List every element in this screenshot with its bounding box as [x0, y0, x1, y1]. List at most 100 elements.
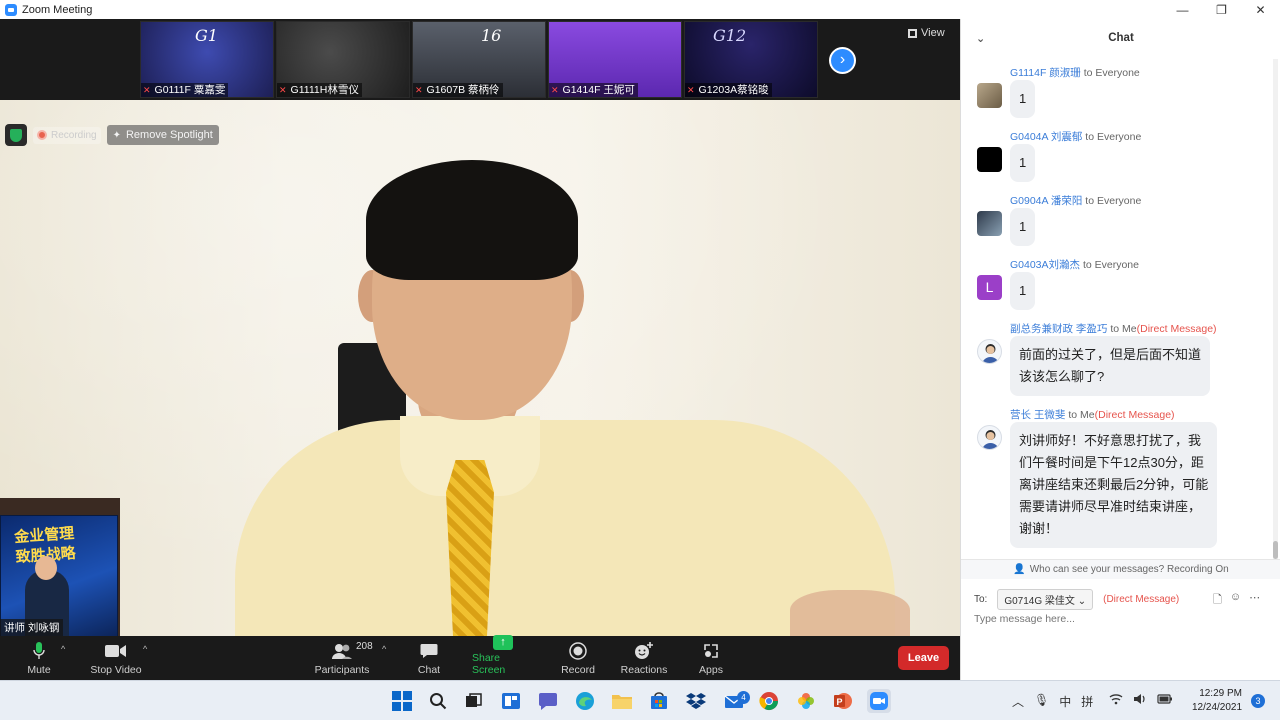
view-label: View — [921, 27, 945, 39]
recipient-label: to Everyone — [1085, 195, 1142, 207]
apps-label: Apps — [699, 664, 723, 676]
more-options-icon[interactable]: ⋯ — [1249, 591, 1260, 610]
recipient-label: to Me — [1110, 323, 1137, 335]
ime-mode-indicator[interactable]: 中 — [1059, 693, 1071, 710]
recipient-dropdown[interactable]: G0714G 梁佳文 ⌄ — [997, 589, 1094, 610]
leave-button[interactable]: Leave — [898, 646, 949, 670]
person-icon: 👤 — [1013, 564, 1026, 575]
next-page-arrow-icon[interactable]: › — [829, 47, 856, 74]
chat-button[interactable]: Chat — [413, 636, 445, 680]
sender-name[interactable]: G0904A 潘荣阳 — [1010, 195, 1082, 207]
chat-label: Chat — [417, 664, 441, 676]
sender-name[interactable]: G0404A 刘震郁 — [1010, 131, 1082, 143]
dropbox-icon[interactable] — [684, 689, 708, 713]
remove-spotlight-button[interactable]: ✦ Remove Spotlight — [106, 125, 219, 145]
apps-button[interactable]: Apps — [696, 636, 726, 680]
chrome-browser-icon[interactable] — [757, 689, 781, 713]
direct-message-label: (Direct Message) — [1136, 323, 1217, 335]
reactions-label: Reactions — [620, 664, 668, 676]
system-tray: ︿ 🎙 中 拼 — [1012, 693, 1173, 710]
participant-name: G0111F 粟嘉雯 — [154, 84, 226, 96]
avatar — [977, 339, 1002, 364]
message-input[interactable] — [974, 613, 1264, 625]
window-controls: — ❐ ✕ — [1163, 0, 1280, 19]
notification-count-badge[interactable]: 3 — [1251, 694, 1265, 708]
participant-thumbnail[interactable]: G12 ✕ G1203A蔡铭晙 — [684, 21, 818, 98]
zoom-logo-icon — [5, 3, 17, 16]
audio-options-chevron-icon[interactable]: ^ — [61, 644, 65, 654]
remove-spotlight-label: Remove Spotlight — [125, 129, 213, 141]
video-badges: Recording ✦ Remove Spotlight — [5, 124, 219, 146]
smiley-plus-icon — [634, 640, 654, 662]
direct-message-label: (Direct Message) — [1094, 409, 1175, 421]
recording-indicator[interactable]: Recording — [33, 126, 101, 144]
recipient-row: To: G0714G 梁佳文 ⌄ (Direct Message) — [974, 589, 1179, 610]
sender-name[interactable]: G1114F 颜淑珊 — [1010, 67, 1081, 79]
file-explorer-icon[interactable] — [610, 689, 634, 713]
participant-thumbnail[interactable]: G1 ✕ G0111F 粟嘉雯 — [140, 21, 274, 98]
start-windows-icon[interactable] — [390, 689, 414, 713]
sender-name[interactable]: G0403A刘瀚杰 — [1010, 259, 1080, 271]
participant-thumbnail[interactable]: ✕ G1414F 王妮可 — [548, 21, 682, 98]
edge-browser-icon[interactable] — [573, 689, 597, 713]
share-screen-button[interactable]: ↑ Share Screen — [472, 635, 534, 680]
message-bubble: 1 — [1010, 80, 1036, 118]
minimize-button[interactable]: — — [1163, 0, 1202, 19]
search-icon[interactable] — [426, 689, 450, 713]
mute-button[interactable]: Mute — [20, 636, 58, 680]
message-bubble: 刘讲师好！不好意思打扰了，我 们午餐时间是下午12点30分，距 离讲座结束还剩最… — [1010, 422, 1218, 548]
photos-icon[interactable] — [794, 689, 818, 713]
powerpoint-icon[interactable]: P — [831, 689, 855, 713]
participants-label: Participants — [314, 664, 370, 676]
view-button[interactable]: View — [908, 27, 945, 39]
volume-icon[interactable] — [1133, 693, 1147, 710]
participant-name: G1607B 蔡柄伶 — [426, 84, 500, 96]
reactions-button[interactable]: Reactions — [620, 636, 668, 680]
record-button[interactable]: Record — [560, 636, 596, 680]
who-can-see-notice[interactable]: 👤 Who can see your messages? Recording O… — [961, 559, 1280, 579]
participant-thumbnail[interactable]: 16 ✕ G1607B 蔡柄伶 — [412, 21, 546, 98]
close-button[interactable]: ✕ — [1241, 0, 1280, 19]
mute-label: Mute — [27, 664, 51, 676]
participant-thumbnail[interactable]: ✕ G1111H林雪仪 — [276, 21, 410, 98]
widgets-icon[interactable] — [499, 689, 523, 713]
mic-muted-icon: ✕ — [415, 85, 423, 95]
clock-time: 12:29 PM — [1199, 688, 1242, 699]
file-icon[interactable]: 🗋 — [1213, 591, 1222, 610]
collapse-chevron-icon[interactable]: ⌄ — [976, 32, 985, 45]
who-can-see-text: Who can see your messages? Recording On — [1029, 564, 1229, 575]
stop-video-button[interactable]: Stop Video — [86, 636, 146, 680]
speaker-name-label: 讲师 刘咏钢 — [0, 619, 64, 636]
wifi-icon[interactable] — [1109, 693, 1123, 710]
participants-options-chevron-icon[interactable]: ^ — [382, 644, 386, 654]
zoom-app-icon[interactable] — [867, 689, 891, 713]
recipient-dm-label: (Direct Message) — [1103, 594, 1180, 605]
show-hidden-icons-chevron-icon[interactable]: ︿ — [1012, 693, 1024, 710]
clock[interactable]: 12:29 PM 12/24/2021 — [1192, 687, 1242, 715]
teams-chat-icon[interactable] — [536, 689, 560, 713]
avatar: L — [977, 275, 1002, 300]
microphone-tray-icon[interactable]: 🎙 — [1034, 693, 1049, 710]
windows-taskbar: 4 P ︿ 🎙 中 拼 12:29 PM 12/24/2021 3 — [0, 680, 1280, 720]
recipient-label: to Everyone — [1082, 259, 1139, 271]
message-bubble: 1 — [1010, 272, 1036, 310]
microsoft-store-icon[interactable] — [647, 689, 671, 713]
battery-icon[interactable] — [1157, 693, 1173, 710]
participant-name: G1203A蔡铭晙 — [698, 84, 769, 96]
maximize-button[interactable]: ❐ — [1202, 0, 1241, 19]
participant-name: G1414F 王妮可 — [562, 84, 635, 96]
sender-name[interactable]: 营长 王微斐 — [1010, 409, 1065, 421]
message-bubble: 前面的过关了，但是后面不知道 该该怎么聊了? — [1010, 336, 1211, 396]
encryption-shield-icon[interactable] — [5, 124, 27, 146]
apps-icon — [703, 640, 719, 662]
chat-scrollbar[interactable] — [1273, 59, 1278, 559]
task-view-icon[interactable] — [462, 689, 486, 713]
video-options-chevron-icon[interactable]: ^ — [143, 644, 147, 654]
thumbnail-tag: G12 — [713, 26, 747, 45]
mail-icon[interactable]: 4 — [722, 689, 750, 713]
ime-pinyin-indicator[interactable]: 拼 — [1081, 693, 1093, 710]
share-screen-arrow-icon: ↑ — [493, 635, 513, 650]
spotlight-video: 金业管理 致胜战略 — [0, 100, 960, 636]
sender-name[interactable]: 副总务兼财政 李盈巧 — [1010, 323, 1107, 335]
emoji-icon[interactable]: ☺ — [1230, 591, 1241, 610]
